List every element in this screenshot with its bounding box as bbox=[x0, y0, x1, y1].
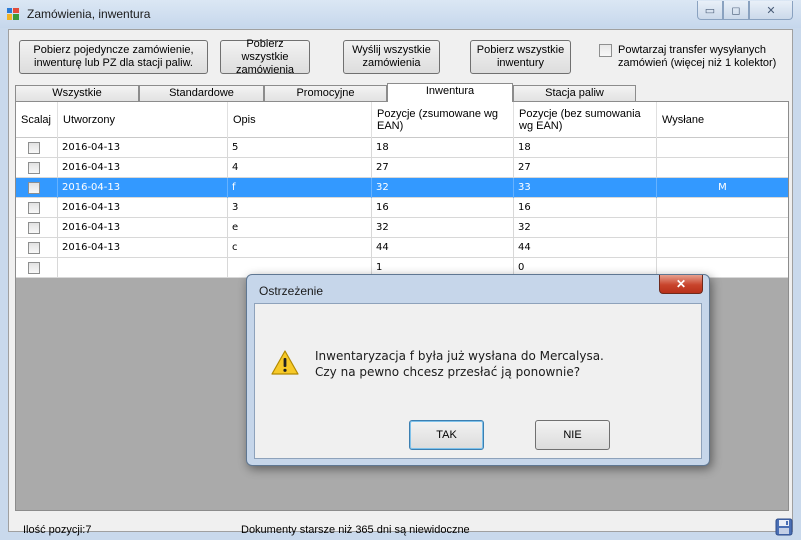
no-button[interactable]: NIE bbox=[535, 420, 610, 450]
dialog-message: Inwentaryzacja f była już wysłana do Mer… bbox=[315, 348, 604, 380]
maximize-icon[interactable]: ◻ bbox=[723, 1, 749, 20]
table-row[interactable]: 2016-04-13 f 32 33 M bbox=[16, 178, 788, 198]
window-title: Zamówienia, inwentura bbox=[27, 7, 151, 21]
cell-desc: 3 bbox=[228, 198, 372, 218]
cell-sent bbox=[657, 158, 788, 178]
merge-checkbox[interactable] bbox=[28, 242, 40, 254]
cell-pos_nosum: 16 bbox=[514, 198, 657, 218]
merge-checkbox[interactable] bbox=[28, 162, 40, 174]
cell-pos_nosum: 32 bbox=[514, 218, 657, 238]
status-info: Dokumenty starsze niż 365 dni są niewido… bbox=[241, 524, 470, 536]
cell-desc: f bbox=[228, 178, 372, 198]
repeat-transfer-option: Powtarzaj transfer wysyłanych zamówień (… bbox=[599, 44, 788, 70]
merge-checkbox[interactable] bbox=[28, 182, 40, 194]
tab-promocyjne[interactable]: Promocyjne bbox=[264, 85, 387, 101]
warning-dialog: Ostrzeżenie ✕ Inwentaryzacja f była już … bbox=[246, 274, 710, 466]
column-header-description[interactable]: Opis bbox=[228, 102, 372, 138]
dialog-close-icon[interactable]: ✕ bbox=[659, 275, 703, 294]
cell-pos_sum: 16 bbox=[372, 198, 514, 218]
merge-checkbox[interactable] bbox=[28, 142, 40, 154]
close-icon[interactable]: ✕ bbox=[749, 1, 793, 20]
warning-icon bbox=[271, 350, 299, 375]
tab-inwentura[interactable]: Inwentura bbox=[387, 83, 513, 102]
fetch-single-button[interactable]: Pobierz pojedyncze zamówienie, inwenturę… bbox=[19, 40, 208, 74]
cell-pos_sum: 32 bbox=[372, 218, 514, 238]
cell-created: 2016-04-13 bbox=[58, 178, 228, 198]
column-header-created[interactable]: Utworzony bbox=[58, 102, 228, 138]
cell-created: 2016-04-13 bbox=[58, 198, 228, 218]
cell-desc: e bbox=[228, 218, 372, 238]
cell-created: 2016-04-13 bbox=[58, 218, 228, 238]
tab-standardowe[interactable]: Standardowe bbox=[139, 85, 264, 101]
repeat-transfer-checkbox[interactable] bbox=[599, 44, 612, 57]
cell-pos_sum: 27 bbox=[372, 158, 514, 178]
yes-button[interactable]: TAK bbox=[409, 420, 484, 450]
cell-sent bbox=[657, 138, 788, 158]
merge-cell bbox=[16, 258, 58, 278]
title-bar[interactable]: Zamówienia, inwentura ▭ ◻ ✕ bbox=[0, 0, 801, 28]
merge-cell bbox=[16, 198, 58, 218]
send-all-orders-button[interactable]: Wyślij wszystkie zamówienia bbox=[343, 40, 440, 74]
cell-sent bbox=[657, 238, 788, 258]
cell-pos_sum: 32 bbox=[372, 178, 514, 198]
cell-desc: 5 bbox=[228, 138, 372, 158]
dialog-message-line1: Inwentaryzacja f była już wysłana do Mer… bbox=[315, 349, 604, 363]
minimize-icon[interactable]: ▭ bbox=[697, 1, 723, 20]
merge-checkbox[interactable] bbox=[28, 202, 40, 214]
cell-created: 2016-04-13 bbox=[58, 138, 228, 158]
merge-cell bbox=[16, 158, 58, 178]
cell-sent: M bbox=[718, 182, 727, 193]
cell-pos_nosum: 44 bbox=[514, 238, 657, 258]
cell-sent bbox=[657, 218, 788, 238]
cell-desc: 4 bbox=[228, 158, 372, 178]
grid-header: Scalaj Utworzony Opis Pozycje (zsumowane… bbox=[16, 102, 788, 138]
merge-cell bbox=[16, 178, 58, 198]
cell-pos_sum: 44 bbox=[372, 238, 514, 258]
cell-sent bbox=[657, 198, 788, 218]
cell-pos_sum: 18 bbox=[372, 138, 514, 158]
column-header-scalaj[interactable]: Scalaj bbox=[16, 102, 58, 138]
window-controls: ▭ ◻ ✕ bbox=[697, 1, 793, 20]
column-header-sent[interactable]: Wysłane bbox=[657, 102, 788, 138]
cell-created: 2016-04-13 bbox=[58, 238, 228, 258]
column-header-positions-summed[interactable]: Pozycje (zsumowane wg EAN) bbox=[372, 102, 514, 138]
fetch-all-inventories-button[interactable]: Pobierz wszystkie inwentury bbox=[470, 40, 571, 74]
fetch-all-orders-button[interactable]: Pobierz wszystkie zamówienia bbox=[220, 38, 310, 76]
cell-created: 2016-04-13 bbox=[58, 158, 228, 178]
merge-cell bbox=[16, 218, 58, 238]
table-row[interactable]: 2016-04-13 c 44 44 bbox=[16, 238, 788, 258]
cell-created bbox=[58, 258, 228, 278]
table-row[interactable]: 2016-04-13 e 32 32 bbox=[16, 218, 788, 238]
cell-pos_nosum: 27 bbox=[514, 158, 657, 178]
cell-desc: c bbox=[228, 238, 372, 258]
cell-pos_nosum: 18 bbox=[514, 138, 657, 158]
merge-checkbox[interactable] bbox=[28, 222, 40, 234]
status-count: Ilość pozycji:7 bbox=[23, 524, 92, 536]
column-header-positions-unsummed[interactable]: Pozycje (bez sumowania wg EAN) bbox=[514, 102, 657, 138]
merge-checkbox[interactable] bbox=[28, 262, 40, 274]
dialog-body: Inwentaryzacja f była już wysłana do Mer… bbox=[254, 303, 702, 459]
tab-stacja-paliw[interactable]: Stacja paliw bbox=[513, 85, 636, 101]
cell-pos_nosum: 33 bbox=[514, 178, 657, 198]
repeat-transfer-label: Powtarzaj transfer wysyłanych zamówień (… bbox=[618, 44, 777, 69]
table-row[interactable]: 2016-04-13 3 16 16 bbox=[16, 198, 788, 218]
app-icon bbox=[7, 8, 19, 20]
table-row[interactable]: 2016-04-13 4 27 27 bbox=[16, 158, 788, 178]
merge-cell bbox=[16, 238, 58, 258]
dialog-message-line2: Czy na pewno chcesz przesłać ją ponownie… bbox=[315, 365, 581, 379]
merge-cell bbox=[16, 138, 58, 158]
tab-wszystkie[interactable]: Wszystkie bbox=[15, 85, 139, 101]
table-row[interactable]: 2016-04-13 5 18 18 bbox=[16, 138, 788, 158]
app-window: Zamówienia, inwentura ▭ ◻ ✕ Pobierz poje… bbox=[0, 0, 801, 540]
dialog-title: Ostrzeżenie bbox=[259, 284, 324, 298]
save-icon[interactable] bbox=[775, 518, 793, 536]
